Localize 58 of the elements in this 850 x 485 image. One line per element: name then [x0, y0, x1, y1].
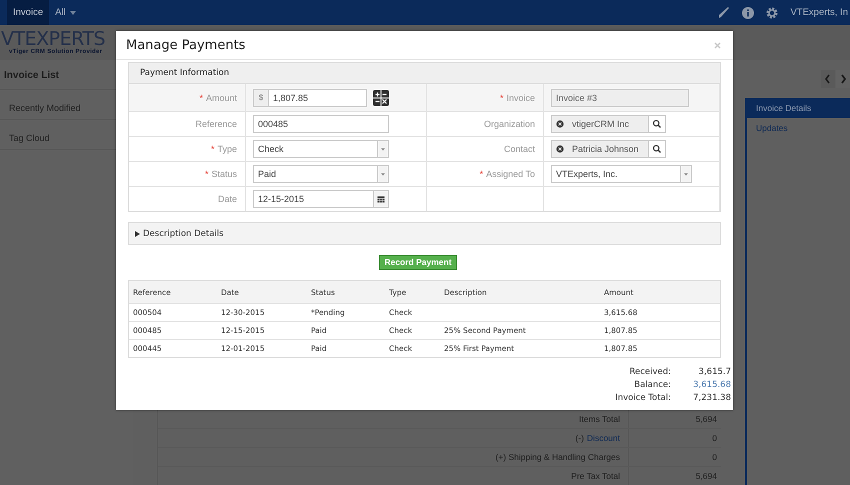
table-cell-text: 0 — [711, 451, 718, 464]
prefix-text: (-) — [575, 433, 584, 443]
date-field[interactable]: 12-15-2015 — [253, 190, 389, 208]
required-marker: * — [210, 144, 214, 154]
lookup-field[interactable]: vtigerCRM Inc — [551, 115, 666, 133]
nav-tab[interactable]: All — [49, 0, 82, 25]
field-label: Contact — [504, 144, 535, 154]
settings-icon — [766, 6, 778, 18]
dropdown-arrow-icon — [680, 166, 691, 182]
reference-field[interactable]: 000485 — [253, 115, 389, 133]
field-label: Amount — [206, 92, 237, 102]
table-cell-text: 5,694 — [694, 470, 718, 483]
nav-tab[interactable]: Invoice — [7, 0, 50, 25]
close-icon — [714, 42, 721, 48]
dialog-title: Manage Payments — [126, 38, 246, 52]
table-cell-text: 0 — [711, 432, 718, 445]
section-title: Payment Information — [129, 63, 720, 84]
brush-icon — [718, 6, 730, 18]
field-label: Organization — [484, 119, 535, 129]
select-field[interactable]: VTExperts, Inc. — [551, 165, 692, 183]
field-label: Status — [211, 169, 237, 179]
table-cell-text: 5,694 — [694, 413, 718, 426]
field-label: Invoice — [506, 92, 535, 102]
dropdown-arrow-icon — [377, 141, 388, 157]
field-label: Date — [218, 194, 237, 204]
dropdown-arrow-icon — [377, 166, 388, 182]
description-section-header[interactable]: Description Details — [128, 222, 721, 245]
required-marker: * — [204, 169, 208, 179]
summary-label: Invoice Total: — [614, 393, 671, 403]
caret-icon — [70, 10, 76, 14]
required-marker: * — [199, 92, 203, 102]
required-marker: * — [500, 92, 504, 102]
invoice-field: Invoice #3 — [551, 88, 689, 106]
currency-prefix: $ — [254, 90, 269, 106]
table-cell: (+) Shipping & Handling Charges — [158, 448, 629, 466]
calendar-icon — [373, 191, 388, 207]
user-name[interactable]: VTExperts, In — [790, 7, 848, 18]
select-field[interactable]: Paid — [253, 165, 389, 183]
summary-label: Received: — [628, 367, 671, 377]
summary-value: 7,231.38 — [692, 393, 731, 403]
calculator-icon — [373, 90, 389, 106]
field-label: Reference — [195, 119, 237, 129]
search-icon — [648, 141, 665, 157]
field-label: Type — [217, 144, 237, 154]
amount-field[interactable]: $ 1,807.85 — [253, 88, 367, 106]
triangle-right-icon — [135, 230, 140, 236]
required-marker: * — [480, 169, 484, 179]
info-icon — [742, 6, 754, 18]
lookup-field[interactable]: Patricia Johnson — [551, 140, 666, 158]
search-icon — [648, 116, 665, 132]
select-field[interactable]: Check — [253, 140, 389, 158]
balance-link[interactable]: 3,615.68 — [671, 380, 731, 390]
section-title: Description Details — [143, 228, 224, 238]
summary-label: Balance: — [633, 380, 671, 390]
field-label: Assigned To — [486, 169, 535, 179]
summary-value: 3,615.7 — [698, 367, 731, 377]
panel-tab[interactable]: Invoice Details — [747, 98, 850, 118]
table-cell: Pre Tax Total — [158, 467, 629, 485]
